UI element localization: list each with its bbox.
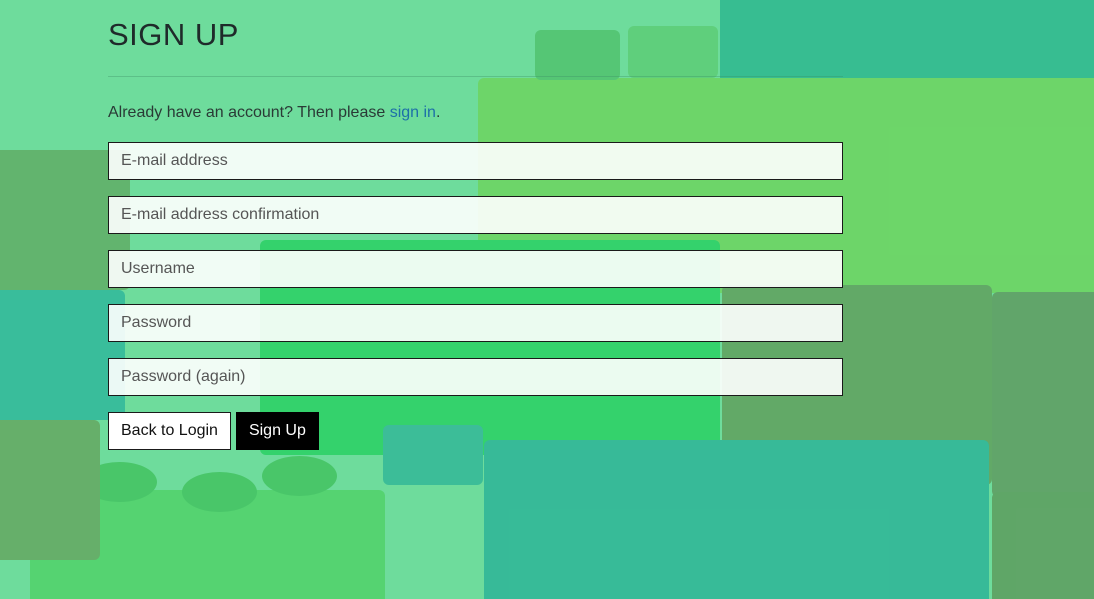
email-confirmation-field[interactable] (108, 196, 843, 234)
page-title: SIGN UP (108, 17, 239, 52)
signin-prompt-suffix: . (435, 104, 441, 121)
signup-form: Back to Login Sign Up (108, 142, 843, 450)
title-divider (108, 76, 843, 77)
password-again-field[interactable] (108, 358, 843, 396)
signin-prompt: Already have an account? Then please sig… (108, 103, 843, 123)
sign-up-button[interactable]: Sign Up (235, 412, 319, 450)
sign-in-link[interactable]: sign in (390, 104, 436, 121)
signup-form-container: SIGN UP Already have an account? Then pl… (108, 0, 843, 450)
username-field[interactable] (108, 250, 843, 288)
password-field[interactable] (108, 304, 843, 342)
signup-page: SIGN UP Already have an account? Then pl… (0, 0, 1094, 599)
email-field[interactable] (108, 142, 843, 180)
form-actions: Back to Login Sign Up (108, 412, 843, 450)
signin-prompt-text: Already have an account? Then please (108, 104, 390, 121)
back-to-login-button[interactable]: Back to Login (108, 412, 231, 450)
